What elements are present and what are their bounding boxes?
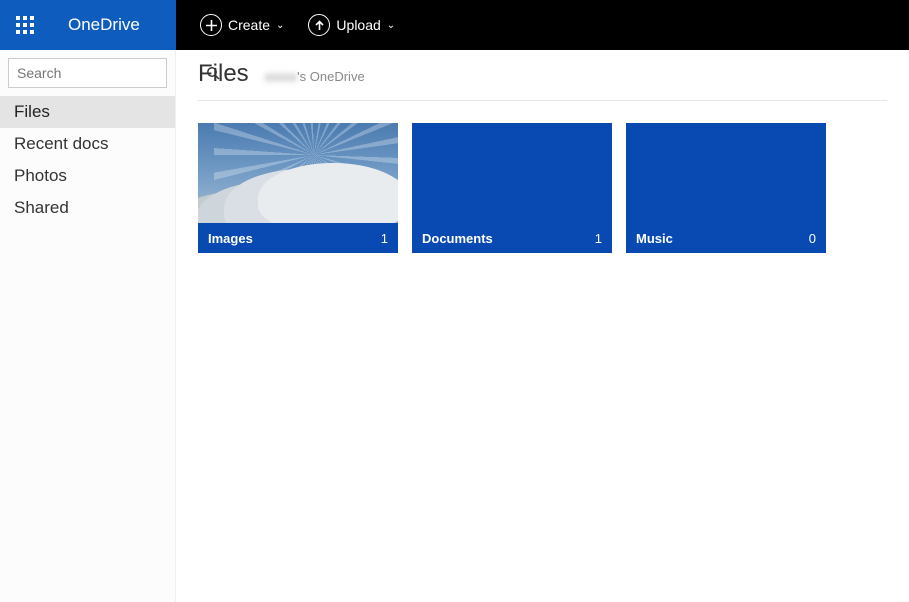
nav-item-shared[interactable]: Shared — [0, 192, 175, 224]
folder-tile-music[interactable]: Music 0 — [626, 123, 826, 253]
search-box[interactable] — [8, 58, 167, 88]
tile-footer: Documents 1 — [412, 223, 612, 253]
plus-icon — [200, 14, 222, 36]
tile-grid: Images 1 Documents 1 Music 0 — [198, 101, 887, 253]
upload-icon — [308, 14, 330, 36]
tile-count: 1 — [381, 231, 388, 246]
main-content: Files xxxxx's OneDrive Images 1 Document… — [176, 50, 909, 602]
create-button[interactable]: Create ⌄ — [200, 14, 284, 36]
tile-name: Documents — [422, 231, 493, 246]
breadcrumb-subtitle: xxxxx's OneDrive — [265, 69, 365, 84]
brand-title[interactable]: OneDrive — [50, 0, 176, 50]
nav-item-files[interactable]: Files — [0, 96, 175, 128]
nav-item-recent-docs[interactable]: Recent docs — [0, 128, 175, 160]
tile-name: Images — [208, 231, 253, 246]
create-label: Create — [228, 17, 270, 33]
search-container — [0, 50, 175, 96]
upload-label: Upload — [336, 17, 380, 33]
tile-preview — [412, 123, 612, 223]
folder-tile-images[interactable]: Images 1 — [198, 123, 398, 253]
nav-list: Files Recent docs Photos Shared — [0, 96, 175, 224]
sidebar: Files Recent docs Photos Shared — [0, 50, 176, 602]
apps-grid-icon — [16, 16, 34, 34]
nav-item-photos[interactable]: Photos — [0, 160, 175, 192]
tile-count: 1 — [595, 231, 602, 246]
top-actions: Create ⌄ Upload ⌄ — [176, 14, 395, 36]
upload-button[interactable]: Upload ⌄ — [308, 14, 395, 36]
app-launcher-button[interactable] — [0, 0, 50, 50]
tile-footer: Music 0 — [626, 223, 826, 253]
tile-count: 0 — [809, 231, 816, 246]
chevron-down-icon: ⌄ — [276, 20, 284, 31]
tile-name: Music — [636, 231, 673, 246]
chevron-down-icon: ⌄ — [387, 20, 395, 31]
breadcrumb: Files xxxxx's OneDrive — [198, 60, 887, 101]
layout: Files Recent docs Photos Shared Files xx… — [0, 50, 909, 602]
tile-preview — [626, 123, 826, 223]
top-bar: OneDrive Create ⌄ Upload ⌄ — [0, 0, 909, 50]
tile-preview — [198, 123, 398, 223]
page-title: Files — [198, 60, 249, 88]
folder-tile-documents[interactable]: Documents 1 — [412, 123, 612, 253]
tile-footer: Images 1 — [198, 223, 398, 253]
